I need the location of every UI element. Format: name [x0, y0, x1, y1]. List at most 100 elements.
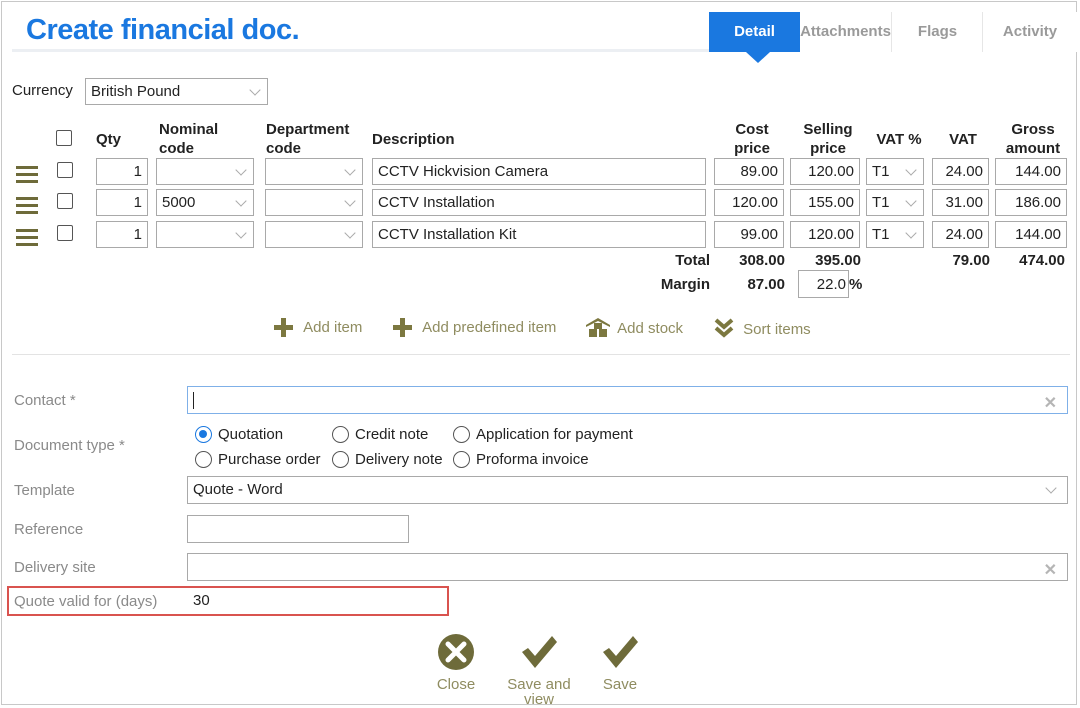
header-department-code: Department code: [266, 121, 350, 157]
nominal-code-select[interactable]: [156, 221, 254, 248]
description-input[interactable]: CCTV Hickvision Camera: [372, 158, 706, 185]
vat-code-select[interactable]: T1: [866, 221, 924, 248]
delivery-site-input[interactable]: ✕: [187, 553, 1068, 581]
row-checkbox[interactable]: [57, 193, 73, 209]
header-vat: VAT: [949, 131, 977, 148]
selling-price-input[interactable]: 120.00: [790, 158, 860, 185]
header-nominal-code: Nominal code: [159, 121, 219, 157]
sort-items-button[interactable]: Sort items: [713, 317, 811, 341]
row-checkbox[interactable]: [57, 162, 73, 178]
cost-price-input[interactable]: 99.00: [714, 221, 784, 248]
gross-amount-input[interactable]: 144.00: [995, 158, 1067, 185]
department-code-select[interactable]: [265, 221, 363, 248]
clear-icon[interactable]: ✕: [1044, 558, 1057, 580]
department-code-select[interactable]: [265, 158, 363, 185]
qty-input[interactable]: 1: [96, 189, 148, 216]
header-gross-amount: Gross amount: [1005, 121, 1061, 157]
document-type-label: Document type *: [14, 437, 125, 454]
vat-input[interactable]: 24.00: [932, 221, 989, 248]
chevron-down-icon: [249, 84, 261, 96]
drag-handle-icon[interactable]: [16, 166, 38, 187]
header-description: Description: [372, 131, 455, 148]
vat-input[interactable]: 31.00: [932, 189, 989, 216]
description-input[interactable]: CCTV Installation Kit: [372, 221, 706, 248]
cost-price-input[interactable]: 120.00: [714, 189, 784, 216]
radio-selected-icon: [195, 426, 212, 443]
currency-label: Currency: [12, 82, 73, 99]
margin-percent-sign: %: [849, 276, 863, 293]
qty-input[interactable]: 1: [96, 221, 148, 248]
selling-price-input[interactable]: 120.00: [790, 221, 860, 248]
reference-label: Reference: [14, 521, 84, 538]
add-predefined-item-button[interactable]: Add predefined item: [392, 317, 556, 337]
description-input[interactable]: CCTV Installation: [372, 189, 706, 216]
quote-valid-label: Quote valid for (days): [14, 593, 158, 610]
gross-amount-input[interactable]: 186.00: [995, 189, 1067, 216]
checkmark-icon: [522, 636, 557, 668]
chevron-down-icon: [344, 195, 356, 207]
template-select[interactable]: Quote - Word: [187, 476, 1068, 504]
currency-select[interactable]: British Pound: [85, 78, 268, 105]
chevron-down-icon: [235, 164, 247, 176]
total-vat: 79.00: [952, 252, 990, 269]
drag-handle-icon[interactable]: [16, 229, 38, 250]
section-divider: [12, 354, 1070, 355]
reference-input[interactable]: [187, 515, 409, 543]
save-and-view-button[interactable]: Save and view: [503, 634, 575, 707]
chevron-down-icon: [1045, 482, 1057, 494]
chevron-down-icon: [905, 227, 917, 239]
close-circle-icon: [438, 634, 474, 670]
chevron-down-icon: [344, 227, 356, 239]
margin-percent-input[interactable]: 22.0: [798, 270, 849, 298]
chevron-down-icon: [905, 164, 917, 176]
qty-input[interactable]: 1: [96, 158, 148, 185]
cost-price-input[interactable]: 89.00: [714, 158, 784, 185]
quote-valid-input[interactable]: 30: [187, 588, 447, 614]
tab-flags[interactable]: Flags: [891, 12, 983, 52]
add-item-button[interactable]: Add item: [273, 317, 362, 337]
active-tab-pointer: [746, 52, 770, 63]
tab-attachments[interactable]: Attachments: [800, 12, 891, 52]
total-cost: 308.00: [739, 252, 785, 269]
selling-price-input[interactable]: 155.00: [790, 189, 860, 216]
text-cursor: [193, 391, 194, 409]
plus-icon: [392, 317, 412, 337]
plus-icon: [273, 317, 293, 337]
currency-value: British Pound: [91, 83, 181, 100]
checkmark-icon: [603, 636, 638, 668]
margin-value: 87.00: [747, 276, 785, 293]
header-vat-percent: VAT %: [876, 131, 922, 148]
row-checkbox[interactable]: [57, 225, 73, 241]
tab-activity[interactable]: Activity: [982, 12, 1077, 52]
page-title: Create financial doc.: [26, 14, 300, 46]
add-stock-button[interactable]: Add stock: [585, 316, 683, 340]
gross-amount-input[interactable]: 144.00: [995, 221, 1067, 248]
vat-code-select[interactable]: T1: [866, 189, 924, 216]
save-button[interactable]: Save: [590, 634, 650, 692]
contact-input[interactable]: ✕: [187, 386, 1068, 414]
tab-detail[interactable]: Detail: [709, 12, 800, 52]
nominal-code-select[interactable]: 5000: [156, 189, 254, 216]
vat-input[interactable]: 24.00: [932, 158, 989, 185]
chevron-down-icon: [235, 227, 247, 239]
template-label: Template: [14, 482, 75, 499]
chevron-down-icon: [344, 164, 356, 176]
warehouse-icon: [586, 318, 610, 337]
department-code-select[interactable]: [265, 189, 363, 216]
close-button[interactable]: Close: [426, 632, 486, 692]
clear-icon[interactable]: ✕: [1044, 391, 1057, 413]
select-all-checkbox[interactable]: [56, 130, 72, 146]
drag-handle-icon[interactable]: [16, 197, 38, 218]
header-selling-price: Selling price: [803, 121, 853, 157]
nominal-code-select[interactable]: [156, 158, 254, 185]
vat-code-select[interactable]: T1: [866, 158, 924, 185]
total-selling: 395.00: [815, 252, 861, 269]
sort-down-icon: [714, 318, 734, 338]
margin-label: Margin: [660, 276, 710, 293]
total-gross: 474.00: [1019, 252, 1065, 269]
header-cost-price: Cost price: [734, 121, 770, 157]
delivery-site-label: Delivery site: [14, 559, 96, 576]
chevron-down-icon: [905, 195, 917, 207]
header-qty: Qty: [96, 131, 122, 148]
contact-label: Contact *: [14, 392, 76, 409]
